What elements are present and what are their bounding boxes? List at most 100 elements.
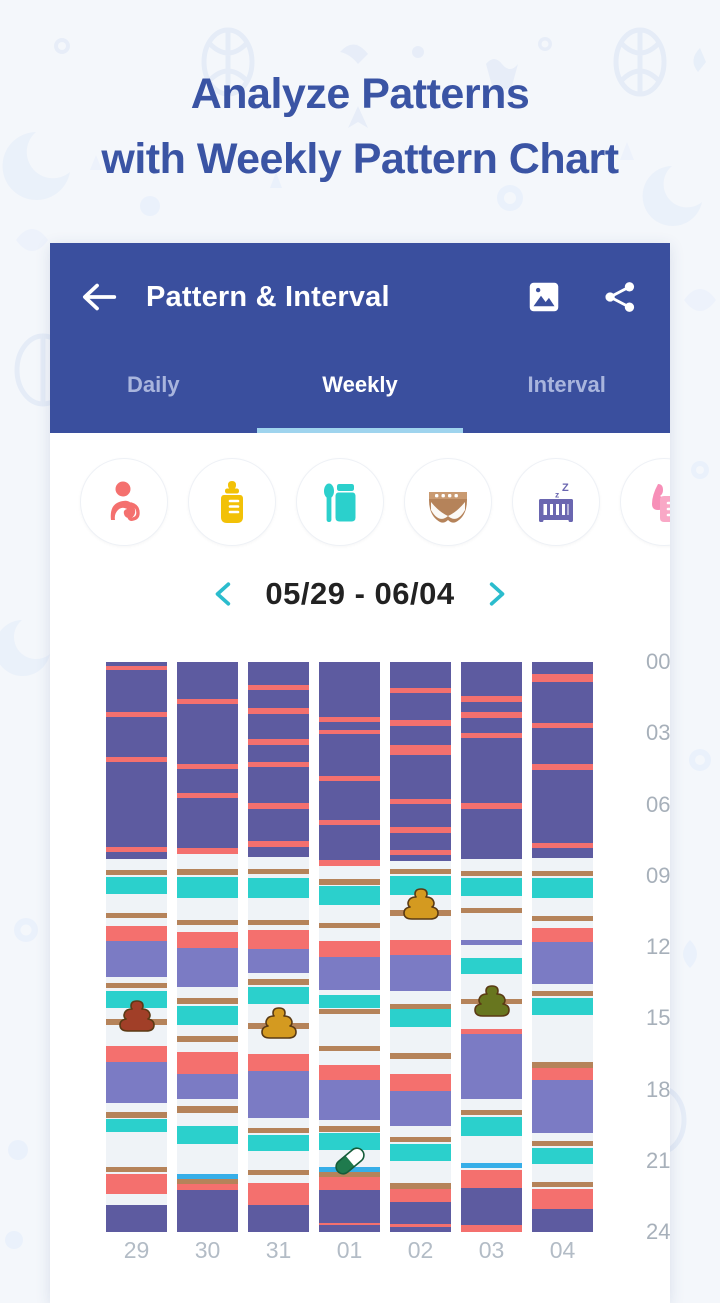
segment-sleep_nap: [248, 949, 309, 973]
segment-sleep_night: [390, 1202, 451, 1223]
segment-breastfeeding: [106, 926, 167, 941]
chart-columns: [106, 662, 596, 1232]
segment-sleep_night: [106, 1205, 167, 1232]
segment-diaper: [319, 1009, 380, 1014]
segment-diaper: [319, 879, 380, 884]
segment-solid_food: [177, 1126, 238, 1144]
segment-solid_food: [390, 1009, 451, 1026]
segment-breastfeeding: [248, 930, 309, 949]
segment-sleep_night: [390, 1227, 451, 1232]
headline-line-1: Analyze Patterns: [191, 70, 530, 118]
segment-solid_food: [461, 878, 522, 896]
segment-breastfeeding: [390, 1074, 451, 1091]
share-icon[interactable]: [602, 279, 638, 315]
segment-breastfeeding: [461, 1225, 522, 1232]
segment-sleep_night: [461, 718, 522, 733]
segment-solid_food: [461, 1117, 522, 1136]
category-breastfeeding[interactable]: [80, 458, 168, 546]
app-bar-title: Pattern & Interval: [146, 281, 526, 314]
segment-breastfeeding: [177, 932, 238, 949]
segment-breastfeeding: [461, 1170, 522, 1188]
category-diaper[interactable]: [404, 458, 492, 546]
segment-diaper: [319, 1126, 380, 1131]
segment-diaper: [390, 1137, 451, 1142]
segment-breastfeeding: [106, 1046, 167, 1063]
segment-breastfeeding: [248, 1054, 309, 1071]
segment-solid_food: [177, 1006, 238, 1025]
medicine-pill-icon: [330, 1141, 370, 1181]
segment-solid_food: [390, 1144, 451, 1161]
chart-column-03[interactable]: [461, 662, 522, 1232]
poop-emoji: [117, 997, 157, 1037]
segment-sleep_night: [532, 1209, 593, 1232]
segment-diaper: [319, 1046, 380, 1051]
category-sleep[interactable]: Z z: [512, 458, 600, 546]
segment-sleep_night: [319, 662, 380, 717]
segment-diaper: [248, 920, 309, 925]
segment-diaper: [177, 1106, 238, 1113]
segment-sleep_night: [390, 855, 451, 862]
y-tick-03: 03: [646, 720, 670, 746]
segment-breastfeeding: [177, 848, 238, 853]
segment-diaper: [106, 1167, 167, 1172]
category-pumping[interactable]: [620, 458, 670, 546]
headline-line-2: with Weekly Pattern Chart: [0, 127, 720, 192]
segment-solid_food: [319, 886, 380, 905]
segment-sleep_night: [319, 722, 380, 730]
segment-solid_food: [532, 878, 593, 898]
segment-solid_food: [461, 958, 522, 975]
tab-interval[interactable]: Interval: [463, 351, 670, 433]
chart-y-axis: 000306091215182124: [606, 637, 670, 1257]
x-tick-29: 29: [106, 1237, 167, 1264]
segment-diaper: [532, 991, 593, 996]
segment-diaper: [248, 979, 309, 984]
tab-weekly[interactable]: Weekly: [257, 351, 464, 433]
chart-column-31[interactable]: [248, 662, 309, 1232]
segment-solid_food: [532, 1148, 593, 1165]
segment-sleep_night: [248, 662, 309, 685]
segment-breastfeeding: [319, 1065, 380, 1080]
chart-column-02[interactable]: [390, 662, 451, 1232]
back-arrow-icon[interactable]: [76, 274, 122, 320]
segment-diaper: [177, 920, 238, 925]
segment-sleep_night: [248, 745, 309, 762]
chevron-left-icon[interactable]: [211, 577, 237, 611]
segment-sleep_night: [248, 809, 309, 842]
x-tick-03: 03: [461, 1237, 522, 1264]
segment-sleep_night: [106, 852, 167, 859]
category-baby-food[interactable]: [296, 458, 384, 546]
chart-column-04[interactable]: [532, 662, 593, 1232]
segment-diaper: [106, 1112, 167, 1117]
segment-diaper: [532, 871, 593, 876]
x-tick-04: 04: [532, 1237, 593, 1264]
segment-sleep_night: [532, 662, 593, 674]
segment-sleep_night: [319, 1225, 380, 1232]
segment-diaper: [177, 869, 238, 875]
category-bottle[interactable]: [188, 458, 276, 546]
segment-sleep_night: [461, 702, 522, 712]
segment-diaper: [532, 1141, 593, 1146]
segment-sleep_night: [248, 714, 309, 739]
chart-column-01[interactable]: [319, 662, 380, 1232]
chart-x-axis: 29303101020304: [106, 1237, 596, 1277]
segment-sleep_nap: [532, 1080, 593, 1133]
chevron-right-icon[interactable]: [483, 577, 509, 611]
segment-sleep_night: [532, 728, 593, 764]
segment-sleep_night: [461, 809, 522, 859]
tab-bar: Daily Weekly Interval: [50, 351, 670, 433]
date-range-label: 05/29 - 06/04: [265, 576, 454, 612]
chart-column-30[interactable]: [177, 662, 238, 1232]
segment-sleep_nap: [177, 948, 238, 987]
x-tick-31: 31: [248, 1237, 309, 1264]
segment-sleep_nap: [390, 955, 451, 991]
segment-diaper: [248, 1128, 309, 1133]
tab-daily[interactable]: Daily: [50, 351, 257, 433]
image-icon[interactable]: [526, 279, 562, 315]
segment-diaper: [532, 916, 593, 921]
y-tick-09: 09: [646, 863, 670, 889]
segment-breastfeeding: [177, 1052, 238, 1075]
y-tick-15: 15: [646, 1005, 670, 1031]
chart-column-29[interactable]: [106, 662, 167, 1232]
segment-breastfeeding: [390, 745, 451, 755]
segment-sleep_night: [319, 781, 380, 820]
